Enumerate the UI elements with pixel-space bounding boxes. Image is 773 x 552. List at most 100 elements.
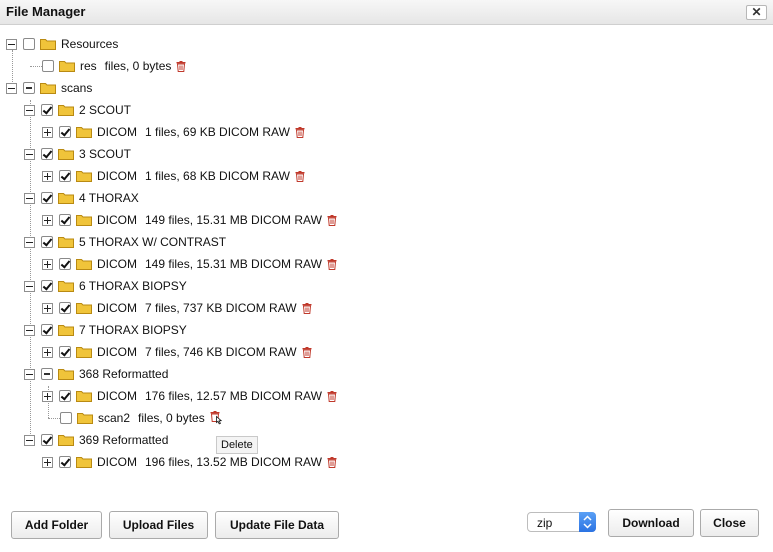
tree-node-res[interactable]: res files, 0 bytes bbox=[42, 55, 186, 77]
tree-node-scan[interactable]: 2 SCOUT bbox=[24, 99, 139, 121]
expander-toggle[interactable] bbox=[24, 236, 35, 248]
expander-toggle[interactable] bbox=[24, 192, 35, 204]
tree-node-dicom[interactable]: DICOM 196 files, 13.52 MB DICOM RAW bbox=[42, 451, 337, 473]
tree-node-label: 3 SCOUT bbox=[79, 147, 132, 161]
add-folder-button[interactable]: Add Folder bbox=[11, 511, 102, 539]
checkbox[interactable] bbox=[59, 126, 71, 138]
tree-node-scans[interactable]: scans bbox=[6, 77, 100, 99]
expander-toggle[interactable] bbox=[42, 302, 53, 314]
trash-icon[interactable] bbox=[295, 126, 305, 138]
trash-icon[interactable] bbox=[210, 410, 225, 426]
tree-node-scan[interactable]: 4 THORAX bbox=[24, 187, 147, 209]
expander-toggle[interactable] bbox=[24, 280, 35, 292]
folder-icon bbox=[58, 369, 74, 380]
upload-files-button[interactable]: Upload Files bbox=[109, 511, 208, 539]
tree-node-label: 368 Reformatted bbox=[79, 367, 169, 381]
checkbox[interactable] bbox=[42, 60, 54, 72]
tree-node-label: res bbox=[80, 59, 97, 73]
tree-node-label: DICOM bbox=[97, 169, 137, 183]
expander-toggle[interactable] bbox=[42, 456, 53, 468]
checkbox[interactable] bbox=[41, 192, 53, 204]
checkbox[interactable] bbox=[59, 390, 71, 402]
tree-node-scan[interactable]: 369 Reformatted bbox=[24, 429, 176, 451]
checkbox[interactable] bbox=[59, 456, 71, 468]
trash-icon[interactable] bbox=[176, 60, 186, 72]
expander-toggle[interactable] bbox=[24, 148, 35, 160]
checkbox[interactable] bbox=[59, 214, 71, 226]
checkbox[interactable] bbox=[59, 170, 71, 182]
checkbox[interactable] bbox=[41, 236, 53, 248]
file-info: 196 files, 13.52 MB DICOM RAW bbox=[145, 455, 322, 469]
tree-node-scan[interactable]: 3 SCOUT bbox=[24, 143, 139, 165]
checkbox[interactable] bbox=[41, 368, 53, 380]
tree-node-dicom[interactable]: DICOM 1 files, 68 KB DICOM RAW bbox=[42, 165, 305, 187]
tree-guide-line bbox=[30, 66, 42, 67]
file-info: 1 files, 68 KB DICOM RAW bbox=[145, 169, 290, 183]
trash-icon[interactable] bbox=[295, 170, 305, 182]
trash-icon[interactable] bbox=[327, 214, 337, 226]
close-button[interactable]: Close bbox=[700, 509, 759, 537]
tree-node-dicom[interactable]: DICOM 7 files, 737 KB DICOM RAW bbox=[42, 297, 312, 319]
checkbox[interactable] bbox=[60, 412, 72, 424]
tree-node-dicom[interactable]: DICOM 176 files, 12.57 MB DICOM RAW bbox=[42, 385, 337, 407]
trash-icon[interactable] bbox=[327, 390, 337, 402]
tree-node-label: DICOM bbox=[97, 345, 137, 359]
tree-node-scan[interactable]: 5 THORAX W/ CONTRAST bbox=[24, 231, 234, 253]
tree-node-label: DICOM bbox=[97, 389, 137, 403]
folder-icon bbox=[58, 435, 74, 446]
tree-node-scan2[interactable]: scan2 files, 0 bytes bbox=[60, 407, 225, 429]
expander-toggle[interactable] bbox=[6, 38, 17, 50]
folder-icon bbox=[40, 83, 56, 94]
trash-icon[interactable] bbox=[327, 456, 337, 468]
trash-icon[interactable] bbox=[327, 258, 337, 270]
tree-node-dicom[interactable]: DICOM 7 files, 746 KB DICOM RAW bbox=[42, 341, 312, 363]
close-window-button[interactable]: ✕ bbox=[746, 5, 767, 20]
checkbox[interactable] bbox=[41, 104, 53, 116]
chevron-updown-icon[interactable] bbox=[579, 512, 596, 532]
file-info: 7 files, 737 KB DICOM RAW bbox=[145, 301, 297, 315]
checkbox[interactable] bbox=[41, 324, 53, 336]
checkbox[interactable] bbox=[59, 258, 71, 270]
tree-node-scan[interactable]: 368 Reformatted bbox=[24, 363, 176, 385]
tree-node-label: 7 THORAX BIOPSY bbox=[79, 323, 187, 337]
format-select[interactable]: zip bbox=[527, 512, 596, 532]
folder-icon bbox=[76, 457, 92, 468]
checkbox[interactable] bbox=[59, 302, 71, 314]
tree-node-scan[interactable]: 6 THORAX BIOPSY bbox=[24, 275, 195, 297]
expander-toggle[interactable] bbox=[6, 82, 17, 94]
checkbox[interactable] bbox=[41, 148, 53, 160]
tree-node-scan[interactable]: 7 THORAX BIOPSY bbox=[24, 319, 195, 341]
checkbox[interactable] bbox=[41, 280, 53, 292]
folder-icon bbox=[40, 39, 56, 50]
expander-toggle[interactable] bbox=[42, 126, 53, 138]
download-button[interactable]: Download bbox=[608, 509, 694, 537]
checkbox[interactable] bbox=[23, 82, 35, 94]
update-file-data-button[interactable]: Update File Data bbox=[215, 511, 339, 539]
expander-toggle[interactable] bbox=[42, 258, 53, 270]
expander-toggle[interactable] bbox=[24, 434, 35, 446]
tree-node-dicom[interactable]: DICOM 1 files, 69 KB DICOM RAW bbox=[42, 121, 305, 143]
checkbox[interactable] bbox=[41, 434, 53, 446]
folder-icon bbox=[58, 325, 74, 336]
expander-toggle[interactable] bbox=[24, 324, 35, 336]
file-info: 7 files, 746 KB DICOM RAW bbox=[145, 345, 297, 359]
checkbox[interactable] bbox=[59, 346, 71, 358]
file-tree: Resources res files, 0 bytes scans 2 SCO… bbox=[0, 25, 773, 505]
expander-toggle[interactable] bbox=[42, 390, 53, 402]
expander-toggle[interactable] bbox=[42, 346, 53, 358]
expander-toggle[interactable] bbox=[42, 214, 53, 226]
folder-icon bbox=[76, 259, 92, 270]
trash-icon[interactable] bbox=[302, 346, 312, 358]
tree-node-label: 4 THORAX bbox=[79, 191, 139, 205]
file-info: 176 files, 12.57 MB DICOM RAW bbox=[145, 389, 322, 403]
trash-icon[interactable] bbox=[302, 302, 312, 314]
folder-icon bbox=[58, 105, 74, 116]
expander-toggle[interactable] bbox=[24, 104, 35, 116]
expander-toggle[interactable] bbox=[42, 170, 53, 182]
expander-toggle[interactable] bbox=[24, 368, 35, 380]
tree-node-label: 5 THORAX W/ CONTRAST bbox=[79, 235, 227, 249]
tree-node-resources[interactable]: Resources bbox=[6, 33, 126, 55]
checkbox[interactable] bbox=[23, 38, 35, 50]
tree-node-dicom[interactable]: DICOM 149 files, 15.31 MB DICOM RAW bbox=[42, 209, 337, 231]
tree-node-dicom[interactable]: DICOM 149 files, 15.31 MB DICOM RAW bbox=[42, 253, 337, 275]
